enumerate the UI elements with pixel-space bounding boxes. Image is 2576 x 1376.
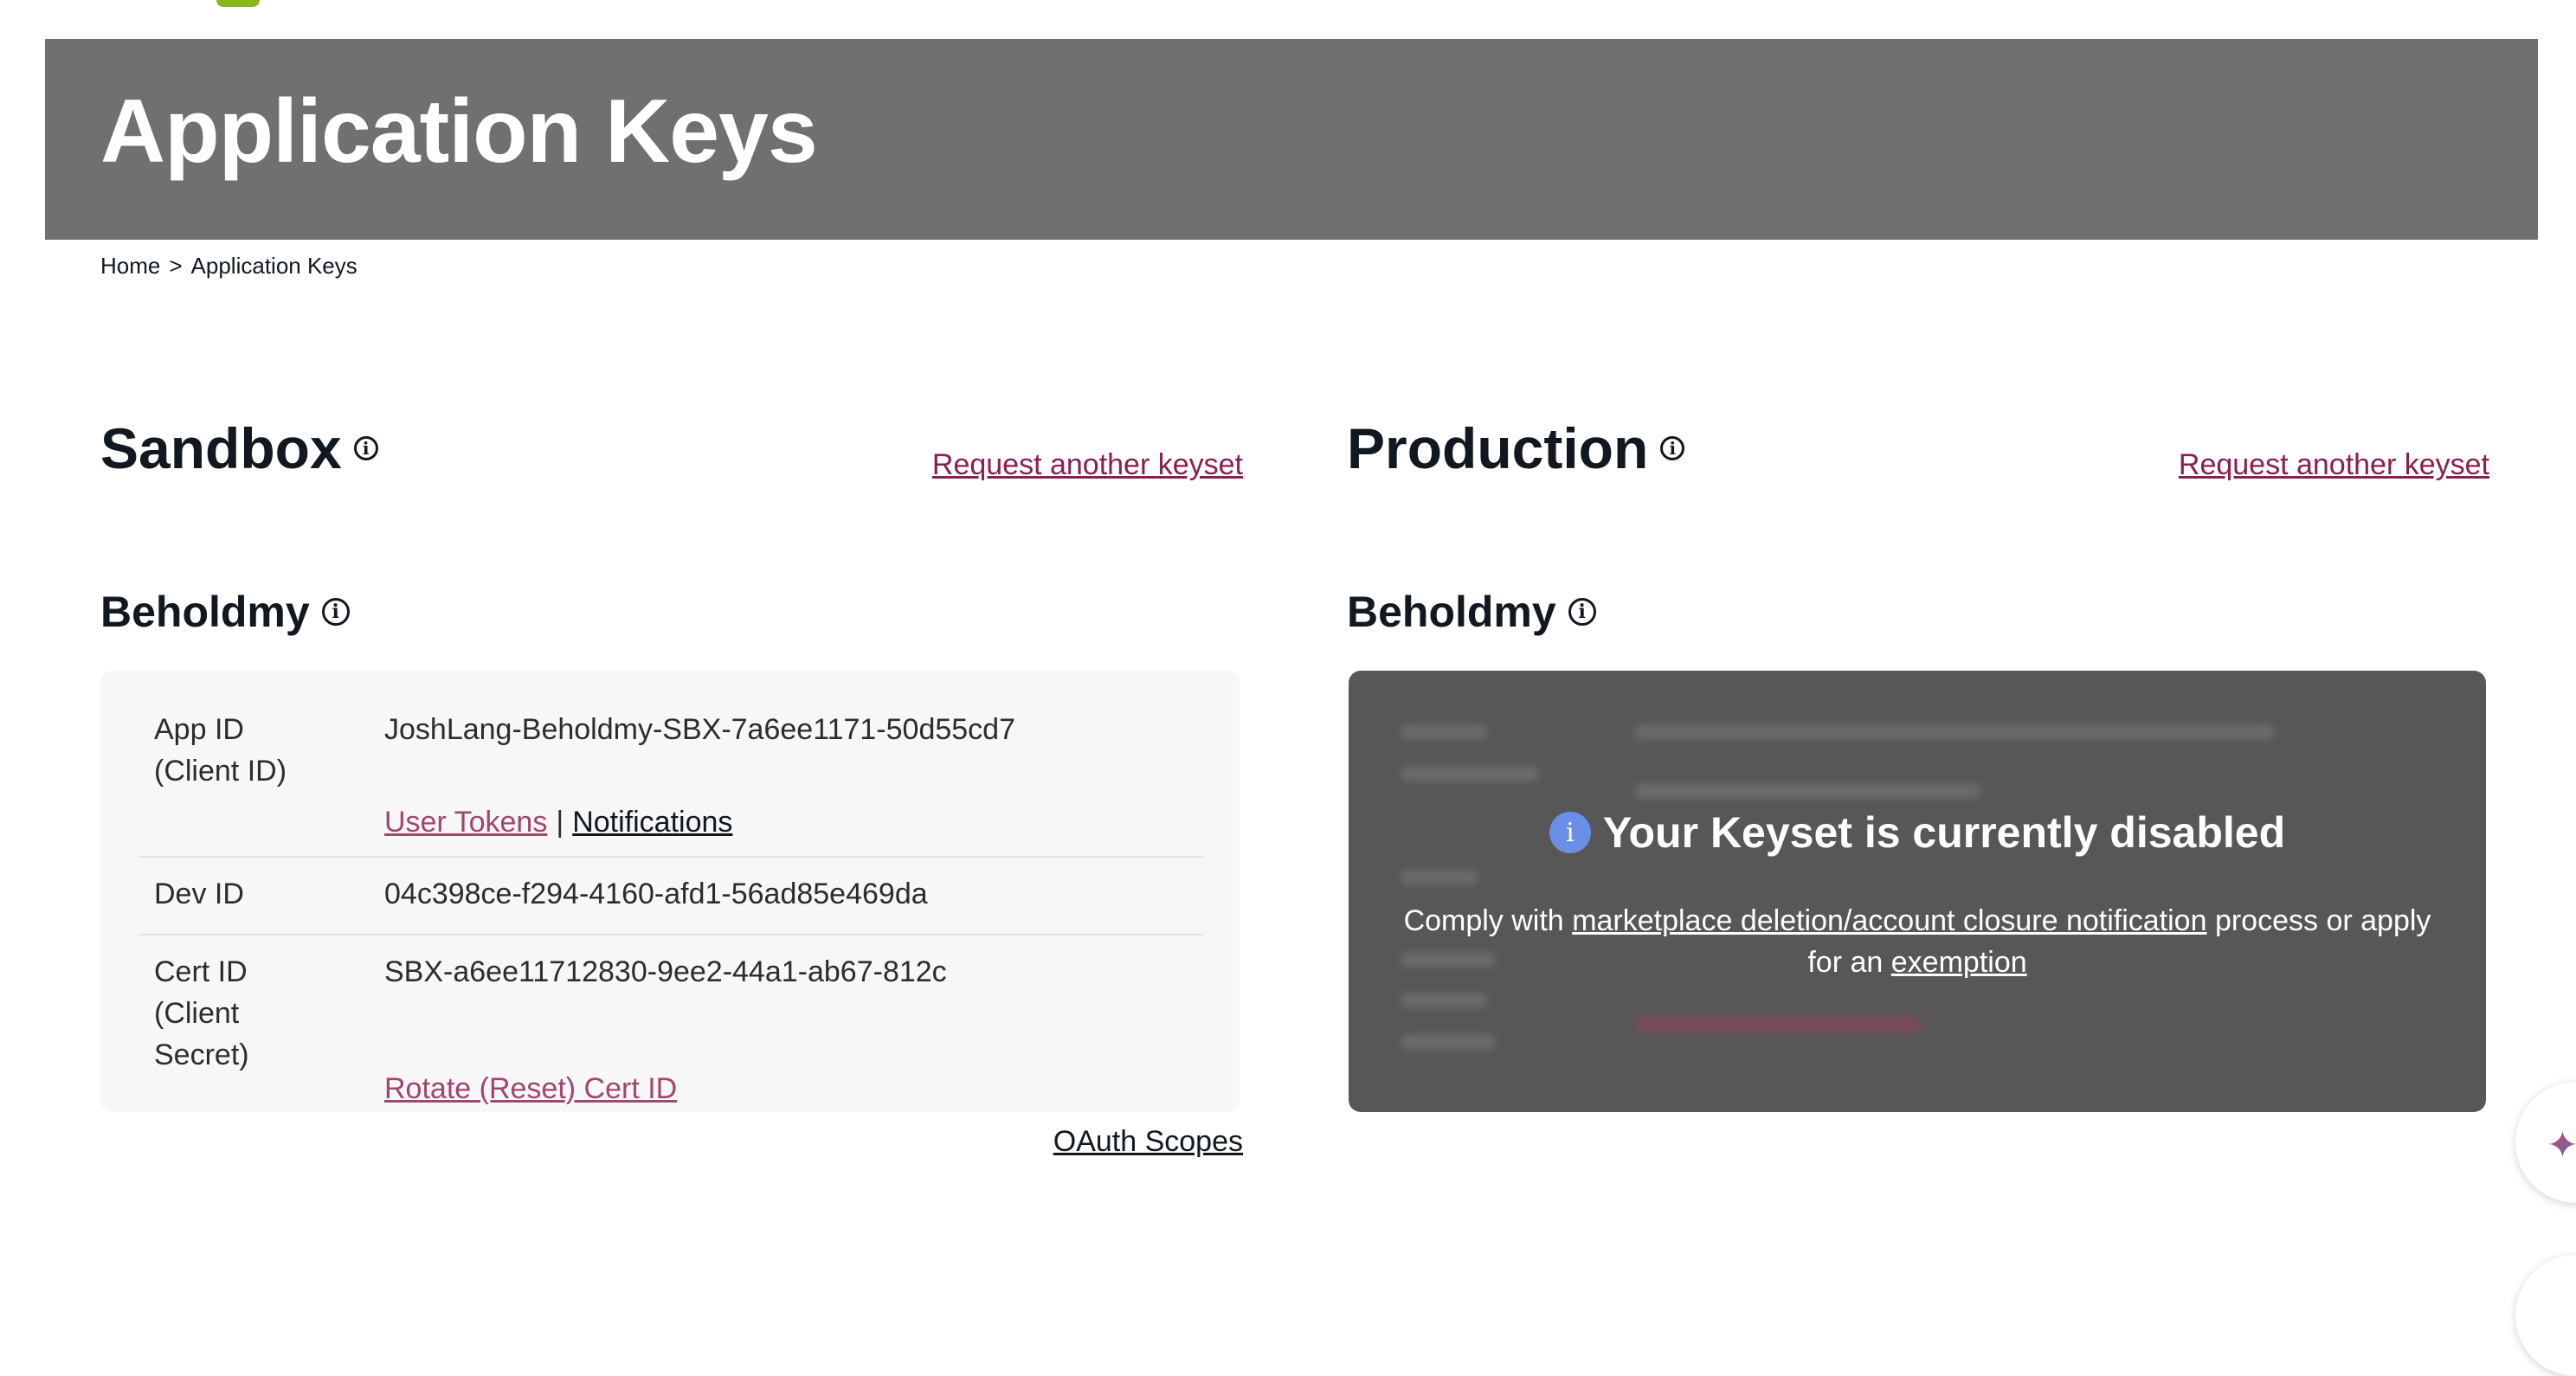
sandbox-title: Sandbox [100, 416, 342, 480]
info-icon: i [1549, 812, 1591, 853]
marketplace-deletion-link[interactable]: marketplace deletion/account closure not… [1572, 904, 2206, 937]
floating-action-button[interactable] [2515, 1255, 2576, 1376]
production-heading: Production i [1347, 415, 1685, 481]
sandbox-keyset-card: App ID (Client ID) JoshLang-Beholdmy-SBX… [100, 671, 1240, 1112]
sandbox-app-name: Beholdmy [100, 588, 310, 636]
rotate-cert-id-link[interactable]: Rotate (Reset) Cert ID [384, 1072, 677, 1105]
keyset-disabled-message: Comply with marketplace deletion/account… [1401, 900, 2434, 983]
assistant-floating-button[interactable]: ✦ [2515, 1082, 2576, 1203]
app-id-links: User Tokens | Notifications [384, 806, 732, 839]
blurred-text [1401, 993, 1487, 1008]
cert-id-row: Cert ID (Client Secret) SBX-a6ee11712830… [138, 934, 1203, 1105]
user-tokens-link[interactable]: User Tokens [384, 806, 547, 839]
info-icon[interactable]: i [1568, 598, 1596, 626]
disabled-msg-pre: Comply with [1403, 904, 1564, 937]
blurred-text [1401, 870, 1478, 885]
notifications-link[interactable]: Notifications [572, 806, 732, 839]
keyset-disabled-title: i Your Keyset is currently disabled [1349, 807, 2486, 858]
app-id-row: App ID (Client ID) JoshLang-Beholdmy-SBX… [138, 709, 1203, 858]
keyset-disabled-text: Your Keyset is currently disabled [1602, 808, 2286, 857]
blurred-text [1634, 1017, 1920, 1032]
breadcrumb-separator: > [169, 253, 183, 279]
sandbox-heading: Sandbox i [100, 415, 378, 481]
production-request-keyset-link[interactable]: Request another keyset [2179, 448, 2489, 482]
sandbox-app-heading: Beholdmy i [100, 587, 350, 637]
dev-id-row: Dev ID 04c398ce-f294-4160-afd1-56ad85e46… [138, 856, 1203, 936]
production-title: Production [1347, 416, 1649, 480]
blurred-text [1401, 724, 1487, 740]
page-title: Application Keys [100, 81, 818, 182]
production-section: Production i Request another keyset Beho… [1347, 407, 2489, 1186]
dev-id-label: Dev ID [154, 878, 244, 910]
cert-id-value[interactable]: SBX-a6ee11712830-9ee2-44a1-ab67-812c [384, 951, 947, 993]
blurred-text [1401, 1034, 1496, 1050]
production-disabled-overlay: i Your Keyset is currently disabled Comp… [1349, 671, 2486, 1112]
breadcrumb-current: Application Keys [190, 253, 357, 279]
sandbox-section: Sandbox i Request another keyset Beholdm… [100, 407, 1243, 1186]
page-banner: Application Keys [45, 39, 2538, 240]
link-separator: | [556, 806, 564, 839]
logo-fragment [216, 0, 260, 7]
breadcrumb: Home > Application Keys [100, 253, 366, 280]
blurred-text [1634, 783, 1980, 799]
production-app-heading: Beholdmy i [1347, 587, 1596, 637]
info-icon[interactable]: i [1660, 436, 1685, 460]
sparkle-icon: ✦ [2547, 1123, 2576, 1167]
app-id-value[interactable]: JoshLang-Beholdmy-SBX-7a6ee1171-50d55cd7 [384, 709, 1015, 750]
sandbox-request-keyset-link[interactable]: Request another keyset [932, 448, 1243, 482]
cert-id-label: Cert ID (Client Secret) [154, 955, 249, 1071]
production-app-name: Beholdmy [1347, 588, 1556, 636]
dev-id-value[interactable]: 04c398ce-f294-4160-afd1-56ad85e469da [384, 873, 928, 915]
info-icon[interactable]: i [321, 598, 350, 626]
blurred-text [1634, 724, 2275, 740]
blurred-text [1401, 766, 1539, 781]
app-id-label: App ID (Client ID) [154, 713, 287, 788]
info-icon[interactable]: i [353, 436, 378, 460]
exemption-link[interactable]: exemption [1891, 946, 2027, 979]
cert-id-links: Rotate (Reset) Cert ID [384, 1072, 677, 1106]
breadcrumb-home[interactable]: Home [100, 253, 160, 279]
oauth-scopes-link[interactable]: OAuth Scopes [1053, 1125, 1243, 1159]
